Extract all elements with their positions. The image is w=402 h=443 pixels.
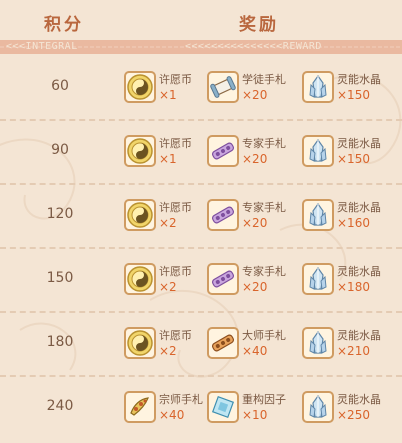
crystal-icon	[302, 391, 334, 423]
score-value: 180	[46, 334, 74, 350]
purple-scroll-icon	[207, 199, 239, 231]
score-value: 120	[46, 206, 74, 222]
row-divider	[0, 311, 402, 313]
item-count: ×40	[159, 408, 185, 422]
reward-item[interactable]: 灵能水晶 ×250	[302, 378, 402, 440]
item-name: 专家手札	[242, 137, 286, 150]
reward-row: 90 许愿币 ×1 专家手札 ×20 灵能水晶 ×150	[0, 122, 402, 184]
item-name: 许愿币	[159, 137, 192, 150]
score-value: 150	[46, 270, 74, 286]
crystal-icon	[302, 199, 334, 231]
item-name: 大师手札	[242, 329, 286, 342]
crystal-icon	[302, 135, 334, 167]
crystal-icon	[302, 263, 334, 295]
reward-item[interactable]: 灵能水晶 ×150	[302, 58, 402, 120]
item-count: ×10	[242, 408, 268, 422]
coin-icon	[124, 327, 156, 359]
score-value: 240	[46, 398, 74, 414]
reward-row: 120 许愿币 ×2 专家手札 ×20 灵能水晶 ×160	[0, 186, 402, 248]
item-count: ×1	[159, 88, 177, 102]
row-divider	[0, 375, 402, 377]
score-value: 90	[51, 142, 69, 158]
reward-item[interactable]: 专家手札 ×20	[207, 122, 307, 184]
item-name: 灵能水晶	[337, 265, 381, 278]
scroll-icon	[207, 71, 239, 103]
coin-icon	[124, 199, 156, 231]
reward-row: 150 许愿币 ×2 专家手札 ×20 灵能水晶 ×180	[0, 250, 402, 312]
item-name: 灵能水晶	[337, 137, 381, 150]
item-name: 许愿币	[159, 201, 192, 214]
reward-item[interactable]: 灵能水晶 ×150	[302, 122, 402, 184]
purple-scroll-icon	[207, 263, 239, 295]
reward-row: 180 许愿币 ×2 大师手札 ×40 灵能水晶 ×210	[0, 314, 402, 376]
item-name: 灵能水晶	[337, 73, 381, 86]
gold-scroll-icon	[124, 391, 156, 423]
item-count: ×20	[242, 216, 268, 230]
item-count: ×20	[242, 280, 268, 294]
reward-row: 60 许愿币 ×1 学徒手札 ×20 灵能水晶 ×150	[0, 58, 402, 120]
coin-icon	[124, 71, 156, 103]
item-count: ×2	[159, 216, 177, 230]
item-name: 许愿币	[159, 265, 192, 278]
reward-item[interactable]: 重构因子 ×10	[207, 378, 307, 440]
reconstruct-factor-icon	[207, 391, 239, 423]
item-name: 灵能水晶	[337, 201, 381, 214]
reward-item[interactable]: 灵能水晶 ×160	[302, 186, 402, 248]
coin-icon	[124, 263, 156, 295]
item-count: ×40	[242, 344, 268, 358]
reward-subheader: <<<<<<<<<<<<<<<REWARD	[185, 41, 322, 52]
item-count: ×180	[337, 280, 370, 294]
item-count: ×250	[337, 408, 370, 422]
item-name: 专家手札	[242, 201, 286, 214]
item-count: ×210	[337, 344, 370, 358]
item-name: 宗师手札	[159, 393, 203, 406]
row-divider	[0, 183, 402, 185]
item-count: ×20	[242, 152, 268, 166]
item-count: ×150	[337, 88, 370, 102]
reward-row: 240 宗师手札 ×40 重构因子 ×10 灵能水晶 ×250	[0, 378, 402, 440]
item-name: 灵能水晶	[337, 329, 381, 342]
reward-item[interactable]: 大师手札 ×40	[207, 314, 307, 376]
crystal-icon	[302, 71, 334, 103]
reward-column-header: 奖励	[239, 15, 279, 35]
coin-icon	[124, 135, 156, 167]
reward-item[interactable]: 专家手札 ×20	[207, 186, 307, 248]
item-count: ×20	[242, 88, 268, 102]
item-count: ×160	[337, 216, 370, 230]
crystal-icon	[302, 327, 334, 359]
item-name: 许愿币	[159, 329, 192, 342]
item-name: 灵能水晶	[337, 393, 381, 406]
orange-scroll-icon	[207, 327, 239, 359]
reward-item[interactable]: 灵能水晶 ×210	[302, 314, 402, 376]
item-name: 重构因子	[242, 393, 286, 406]
reward-item[interactable]: 灵能水晶 ×180	[302, 250, 402, 312]
item-count: ×150	[337, 152, 370, 166]
row-divider	[0, 247, 402, 249]
reward-item[interactable]: 学徒手札 ×20	[207, 58, 307, 120]
purple-scroll-icon	[207, 135, 239, 167]
item-count: ×2	[159, 280, 177, 294]
score-subheader: <<<INTEGRAL	[6, 41, 78, 52]
item-name: 专家手札	[242, 265, 286, 278]
item-name: 学徒手札	[242, 73, 286, 86]
item-count: ×2	[159, 344, 177, 358]
item-name: 许愿币	[159, 73, 192, 86]
score-column-header: 积分	[44, 15, 84, 35]
row-divider	[0, 119, 402, 121]
score-value: 60	[51, 78, 69, 94]
reward-item[interactable]: 专家手札 ×20	[207, 250, 307, 312]
item-count: ×1	[159, 152, 177, 166]
